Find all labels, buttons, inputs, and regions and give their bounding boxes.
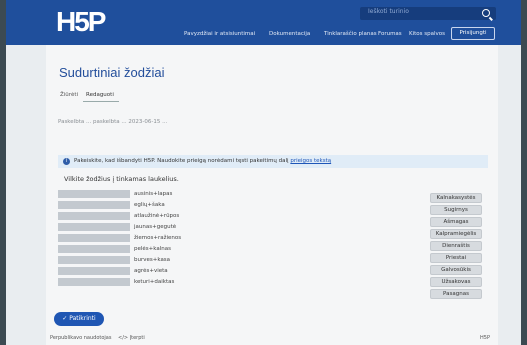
draggable-answer[interactable]: Dienraštis xyxy=(430,241,482,251)
draggable-answer[interactable]: Kalpramiegėlis xyxy=(430,229,482,239)
search-icon[interactable] xyxy=(482,9,490,17)
drop-zone[interactable] xyxy=(58,201,130,209)
tab-underline xyxy=(83,101,119,102)
tab-edit[interactable]: Redaguoti xyxy=(86,92,114,98)
draggable-answer[interactable]: Ašmagas xyxy=(430,217,482,227)
drop-zone[interactable] xyxy=(58,256,130,264)
search-box[interactable]: Ieškoti turinio xyxy=(360,7,496,20)
drop-zone[interactable] xyxy=(58,223,130,231)
embed-link[interactable]: </> Įterpti xyxy=(118,335,145,341)
word-label: žiemos+ražienos xyxy=(134,235,182,241)
drop-zone[interactable] xyxy=(58,234,130,242)
word-label: eglių+šaka xyxy=(134,202,165,208)
draggable-answer[interactable]: Pasagnas xyxy=(430,289,482,299)
word-label: pelės+kalnas xyxy=(134,246,171,252)
h5p-logo[interactable]: H5P xyxy=(56,6,106,38)
page-title: Sudurtiniai žodžiai xyxy=(59,65,165,80)
draggable-answer[interactable]: Priestai xyxy=(430,253,482,263)
draggable-answer[interactable]: Sugirnys xyxy=(430,205,482,215)
nav-roadmap[interactable]: Tinklaraščio planas xyxy=(324,31,377,37)
info-icon: i xyxy=(63,158,70,165)
draggable-answer[interactable]: Užsakovas xyxy=(430,277,482,287)
word-label: jaunas+gegutė xyxy=(134,224,177,230)
tab-view[interactable]: Žiūrėti xyxy=(60,92,78,98)
drop-zone[interactable] xyxy=(58,245,130,253)
site-header: H5P Ieškoti turinio Pavyzdžiai ir atsisi… xyxy=(6,0,521,45)
nav-examples-downloads[interactable]: Pavyzdžiai ir atsisiuntimai xyxy=(184,31,255,37)
h5p-footer-logo[interactable]: H5P xyxy=(480,335,490,341)
info-message: i Pakeiskite, kad išbandyti H5P. Naudoki… xyxy=(58,155,488,168)
search-input[interactable]: Ieškoti turinio xyxy=(368,8,409,15)
word-label: atlaužinė+rūpos xyxy=(134,213,180,219)
nav-other-colors[interactable]: Kitos spalvos xyxy=(409,31,445,37)
word-label: ausinis+lapas xyxy=(134,191,173,197)
word-label: agrės+vieta xyxy=(134,268,168,274)
drop-zone[interactable] xyxy=(58,278,130,286)
content-card: Sudurtiniai žodžiai Žiūrėti Redaguoti Pa… xyxy=(46,45,498,345)
word-label: keturi+daiktas xyxy=(134,279,175,285)
check-button[interactable]: ✓ Patikrinti xyxy=(54,312,104,326)
draggable-answer[interactable]: Galvosūkis xyxy=(430,265,482,275)
draggable-answer[interactable]: Kalnakasystės xyxy=(430,193,482,203)
publish-meta: Paskelbta ... paskelbta ... 2023-06-15 .… xyxy=(58,119,168,125)
drop-zone[interactable] xyxy=(58,267,130,275)
drop-zone[interactable] xyxy=(58,190,130,198)
info-link[interactable]: prieigos tekstą xyxy=(290,158,331,164)
info-text: Pakeiskite, kad išbandyti H5P. Naudokite… xyxy=(74,158,332,164)
h5p-footer: Perpublikavo naudotojas </> Įterpti H5P xyxy=(46,332,498,345)
login-button[interactable]: Prisijungti xyxy=(451,27,495,40)
word-label: burves+kasa xyxy=(134,257,171,263)
reuse-link[interactable]: Perpublikavo naudotojas xyxy=(50,335,111,341)
task-instructions: Vilkite žodžius į tinkamas laukelius. xyxy=(64,175,179,183)
drop-zone[interactable] xyxy=(58,212,130,220)
screen: H5P Ieškoti turinio Pavyzdžiai ir atsisi… xyxy=(6,0,521,345)
nav-forum[interactable]: Forumas xyxy=(378,31,402,37)
nav-documentation[interactable]: Dokumentacija xyxy=(269,31,310,37)
